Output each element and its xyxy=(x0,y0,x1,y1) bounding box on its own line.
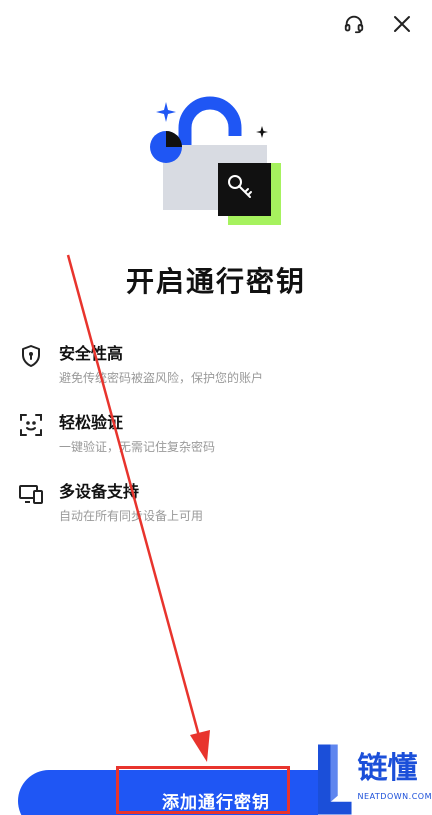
watermark-subtext: NEATDOWN.COM xyxy=(357,792,432,801)
watermark: 链懂 NEATDOWN.COM xyxy=(318,744,432,815)
watermark-text: 链懂 xyxy=(357,751,418,786)
passkey-setup-screen: 开启通行密钥 安全性高 避免传统密码被盗风险，保护您的账户 轻松验证 一键验证，… xyxy=(0,0,432,815)
close-icon xyxy=(394,16,410,32)
feature-easy-verify: 轻松验证 一键验证，无需记住复杂密码 xyxy=(18,411,215,457)
add-passkey-button-label: 添加通行密钥 xyxy=(162,793,270,813)
headset-icon xyxy=(344,15,364,34)
top-bar xyxy=(340,10,416,38)
watermark-logo-icon xyxy=(318,744,352,815)
feature-multi-device: 多设备支持 自动在所有同步设备上可用 xyxy=(18,480,203,526)
feature-desc: 自动在所有同步设备上可用 xyxy=(59,509,204,523)
shield-icon xyxy=(22,345,40,367)
feature-title: 轻松验证 xyxy=(59,413,124,432)
page-title: 开启通行密钥 xyxy=(125,265,306,298)
feature-security: 安全性高 避免传统密码被盗风险，保护您的账户 xyxy=(18,342,263,388)
close-button[interactable] xyxy=(388,10,416,38)
face-scan-icon xyxy=(20,414,42,436)
feature-desc: 避免传统密码被盗风险，保护您的账户 xyxy=(59,371,264,385)
feature-desc: 一键验证，无需记住复杂密码 xyxy=(59,440,216,454)
feature-title: 多设备支持 xyxy=(59,482,140,501)
devices-icon xyxy=(19,485,43,504)
support-button[interactable] xyxy=(340,10,368,38)
padlock-key-illustration xyxy=(150,96,281,225)
feature-title: 安全性高 xyxy=(59,344,124,363)
